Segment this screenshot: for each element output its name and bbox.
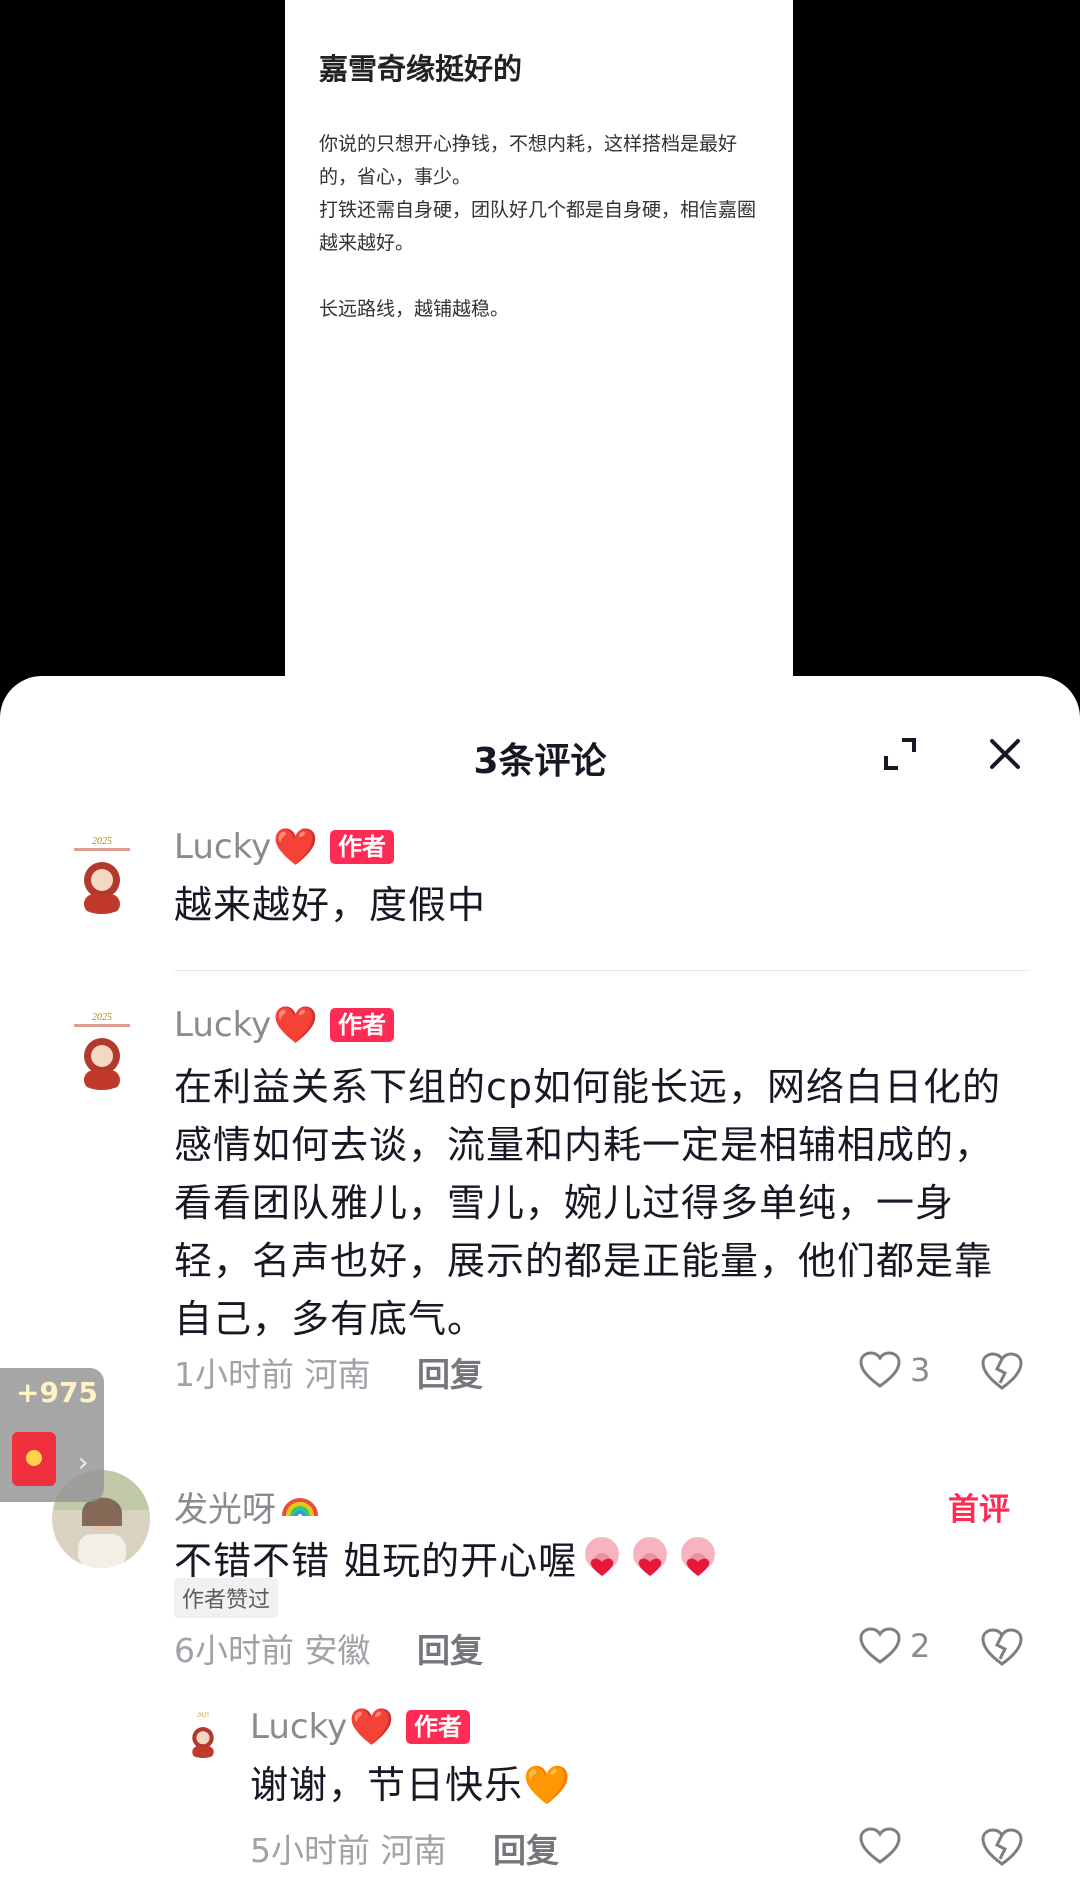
comment-time: 6小时前 bbox=[174, 1631, 294, 1670]
orange-heart-emoji: 🧡 bbox=[523, 1763, 572, 1807]
first-comment-badge: 首评 bbox=[948, 1484, 1010, 1529]
red-packet-icon bbox=[12, 1432, 56, 1486]
post-paragraph: 你说的只想开心挣钱，不想内耗，这样搭档是最好的，省心，事少。 bbox=[319, 133, 738, 188]
comment-meta: 1小时前 河南 回复 bbox=[174, 1348, 483, 1396]
post-title: 嘉雪奇缘挺好的 bbox=[319, 52, 523, 86]
comment-text: 不错不错 姐玩的开心喔 bbox=[174, 1532, 1034, 1594]
comment-location: 河南 bbox=[380, 1831, 447, 1870]
heart-outline-icon bbox=[859, 1627, 901, 1664]
heart-emoji: ❤️ bbox=[349, 1707, 395, 1748]
first-badge-text: 首评 bbox=[948, 1492, 1010, 1528]
comment-text-content: 不错不错 姐玩的开心喔 bbox=[174, 1539, 578, 1583]
comment-username[interactable]: Lucky ❤️ 作者 bbox=[250, 1706, 471, 1748]
comment-text-content: 谢谢，节日快乐 bbox=[250, 1763, 524, 1807]
comment-text: 在利益关系下组的cp如何能长远，网络白日化的感情如何去谈，流量和内耗一定是相辅相… bbox=[174, 1065, 1002, 1341]
avatar[interactable]: 2025 bbox=[60, 830, 144, 914]
dislike-icon[interactable] bbox=[980, 1350, 1024, 1392]
avatar-image: 2025 bbox=[60, 830, 144, 914]
avatar[interactable]: 2025 bbox=[60, 1006, 144, 1090]
comment-meta: 5小时前 河南 回复 bbox=[250, 1824, 559, 1872]
author-badge: 作者 bbox=[330, 830, 395, 864]
username-text: Lucky bbox=[250, 1707, 348, 1747]
reply-button[interactable]: 回复 bbox=[417, 1355, 483, 1394]
pig-heart-emoji bbox=[627, 1534, 673, 1594]
avatar-image: 2025 bbox=[60, 1006, 144, 1090]
comment-meta: 6小时前 安徽 回复 bbox=[174, 1624, 483, 1672]
comment-username[interactable]: 发光呀 bbox=[174, 1482, 320, 1531]
heart-outline-icon bbox=[859, 1827, 901, 1864]
comment-time: 1小时前 bbox=[174, 1355, 294, 1394]
like-button[interactable] bbox=[858, 1826, 910, 1866]
svg-text:2025: 2025 bbox=[92, 836, 112, 847]
like-button[interactable]: 3 bbox=[858, 1350, 930, 1390]
comment-username[interactable]: Lucky ❤️ 作者 bbox=[174, 826, 395, 868]
heart-outline-icon bbox=[859, 1351, 901, 1388]
avatar[interactable]: 2025 bbox=[178, 1708, 228, 1758]
dislike-icon[interactable] bbox=[980, 1626, 1024, 1668]
username-text: Lucky bbox=[174, 827, 272, 867]
comment-username[interactable]: Lucky ❤️ 作者 bbox=[174, 1004, 395, 1046]
like-button[interactable]: 2 bbox=[858, 1626, 930, 1666]
pig-heart-emoji bbox=[675, 1534, 721, 1594]
close-icon[interactable] bbox=[984, 733, 1026, 775]
pig-heart-emoji bbox=[579, 1534, 625, 1594]
divider bbox=[174, 970, 1030, 971]
comment-count-title: 3条评论 bbox=[473, 741, 607, 782]
svg-text:2025: 2025 bbox=[197, 1712, 209, 1718]
reward-count: +975 bbox=[16, 1376, 98, 1409]
username-text: Lucky bbox=[174, 1005, 272, 1045]
like-count: 2 bbox=[910, 1627, 931, 1665]
username-text: 发光呀 bbox=[174, 1490, 276, 1530]
post-paragraph: 长远路线，越铺越稳。 bbox=[319, 298, 510, 320]
heart-emoji: ❤️ bbox=[273, 827, 319, 868]
expand-icon[interactable] bbox=[882, 736, 918, 772]
post-paragraph: 打铁还需自身硬，团队好几个都是自身硬，相信嘉圈越来越好。 bbox=[319, 199, 757, 254]
heart-emoji: ❤️ bbox=[273, 1005, 319, 1046]
author-badge: 作者 bbox=[330, 1008, 395, 1042]
author-badge: 作者 bbox=[406, 1710, 471, 1744]
reply-button[interactable]: 回复 bbox=[493, 1831, 559, 1870]
rainbow-emoji bbox=[280, 1487, 320, 1527]
reply-button[interactable]: 回复 bbox=[417, 1631, 483, 1670]
comment-text: 谢谢，节日快乐🧡 bbox=[250, 1756, 1010, 1814]
comment-location: 河南 bbox=[304, 1355, 371, 1394]
comment-text: 越来越好，度假中 bbox=[174, 883, 487, 927]
post-card: 嘉雪奇缘挺好的 你说的只想开心挣钱，不想内耗，这样搭档是最好的，省心，事少。 打… bbox=[285, 0, 793, 700]
comment-time: 5小时前 bbox=[250, 1831, 370, 1870]
comment-location: 安徽 bbox=[304, 1631, 371, 1670]
chevron-right-icon: › bbox=[78, 1448, 89, 1478]
author-liked-tag: 作者赞过 bbox=[174, 1578, 279, 1618]
like-count: 3 bbox=[910, 1351, 931, 1389]
comment-sheet: 3条评论 2025 Lucky ❤️ 作者 越来越好，度假中 2025 Luck… bbox=[0, 676, 1080, 1898]
avatar-image: 2025 bbox=[178, 1708, 228, 1758]
svg-text:2025: 2025 bbox=[92, 1012, 112, 1023]
red-packet-widget[interactable]: +975 › bbox=[0, 1368, 104, 1502]
dislike-icon[interactable] bbox=[980, 1826, 1024, 1868]
